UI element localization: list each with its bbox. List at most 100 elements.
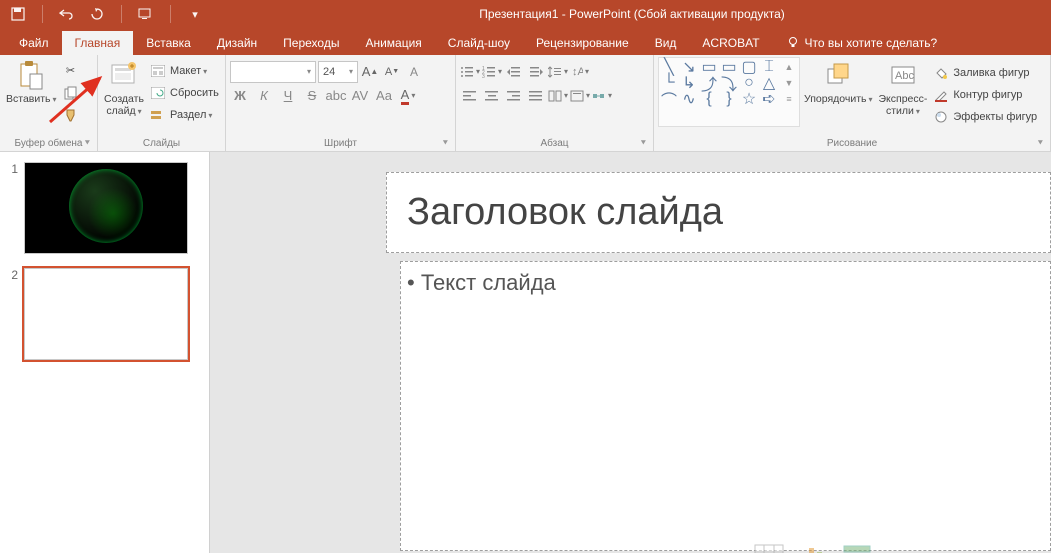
font-color-button[interactable]: A: [398, 86, 418, 106]
tell-me-search[interactable]: Что вы хотите сделать?: [773, 31, 951, 55]
paste-button[interactable]: Вставить: [4, 57, 59, 125]
customize-qat-icon[interactable]: ▾: [187, 6, 203, 22]
insert-smartart-icon[interactable]: [839, 542, 875, 553]
text-direction-button[interactable]: ↕A: [570, 62, 590, 82]
increase-indent-button[interactable]: [526, 62, 546, 82]
tab-insert[interactable]: Вставка: [133, 31, 204, 55]
shape-row-down-icon[interactable]: ▼: [781, 76, 797, 90]
shape-fill-button[interactable]: Заливка фигур: [931, 62, 1039, 83]
strikethrough-button[interactable]: S: [302, 86, 322, 106]
shape-triangle-icon[interactable]: △: [761, 76, 777, 90]
tab-review[interactable]: Рецензирование: [523, 31, 642, 55]
svg-text:3: 3: [482, 74, 485, 78]
shape-curve-icon[interactable]: ⌒: [661, 92, 677, 106]
align-left-button[interactable]: [460, 86, 480, 106]
tab-view[interactable]: Вид: [642, 31, 690, 55]
redo-icon[interactable]: [89, 6, 105, 22]
shape-line-icon[interactable]: ╲: [661, 60, 677, 74]
section-button[interactable]: Раздел: [148, 104, 221, 125]
arrange-button[interactable]: Упорядочить: [802, 57, 875, 127]
columns-button[interactable]: [548, 86, 568, 106]
font-group-label: Шрифт⯆: [230, 136, 451, 151]
scissors-icon: ✂: [63, 63, 79, 79]
char-spacing-button[interactable]: AV: [350, 86, 370, 106]
drawing-launcher-icon[interactable]: ⯆: [1037, 138, 1044, 149]
shape-more-icon[interactable]: ≡: [781, 92, 797, 106]
globe-image-icon: [69, 169, 143, 243]
clear-formatting-icon[interactable]: A: [404, 62, 424, 82]
paragraph-group-label: Абзац⯆: [460, 136, 649, 151]
title-placeholder[interactable]: Заголовок слайда: [386, 172, 1051, 253]
bold-button[interactable]: Ж: [230, 86, 250, 106]
smartart-button[interactable]: [592, 86, 612, 106]
undo-icon[interactable]: [59, 6, 75, 22]
line-spacing-button[interactable]: [548, 62, 568, 82]
drawing-group-label: Рисование⯆: [658, 136, 1046, 151]
tab-design[interactable]: Дизайн: [204, 31, 270, 55]
shape-arrow-icon[interactable]: ↘: [681, 60, 697, 74]
tab-animation[interactable]: Анимация: [352, 31, 434, 55]
shape-arrow2-icon[interactable]: ➪: [761, 92, 777, 106]
shape-elbow-arrow-icon[interactable]: ↳: [681, 76, 697, 90]
decrease-indent-button[interactable]: [504, 62, 524, 82]
insert-table-icon[interactable]: [751, 542, 787, 553]
quick-styles-label: Экспресс- стили: [879, 93, 928, 118]
font-launcher-icon[interactable]: ⯆: [442, 138, 449, 149]
shape-outline-button[interactable]: Контур фигур: [931, 84, 1039, 105]
tab-transitions[interactable]: Переходы: [270, 31, 352, 55]
thumbnail-slide-1[interactable]: 1: [8, 162, 201, 254]
shadow-button[interactable]: abc: [326, 86, 346, 106]
brush-icon: [63, 107, 79, 123]
shape-roundrect-icon[interactable]: ▢: [741, 60, 757, 74]
shape-textbox-icon[interactable]: ⌶: [761, 60, 777, 74]
new-slide-button[interactable]: Создать слайд: [102, 57, 146, 125]
tab-acrobat[interactable]: ACROBAT: [689, 31, 772, 55]
quick-styles-button[interactable]: Abc Экспресс- стили: [877, 57, 930, 127]
thumbnail-slide-2[interactable]: 2: [8, 268, 201, 360]
shapes-gallery[interactable]: ╲ ↘ ▭ ▭ ▢ ⌶ ▲ └ ↳ ⤴ ⤵ ○ △ ▼: [658, 57, 800, 127]
section-icon: [150, 107, 166, 123]
bullets-button[interactable]: [460, 62, 480, 82]
shape-oval-icon[interactable]: ○: [741, 76, 757, 90]
tab-home[interactable]: Главная: [62, 31, 134, 55]
slide-thumbnails-panel: 1 2: [0, 152, 210, 553]
clipboard-launcher-icon[interactable]: ⯆: [84, 138, 91, 149]
reset-button[interactable]: Сбросить: [148, 82, 221, 103]
justify-button[interactable]: [526, 86, 546, 106]
font-family-combo[interactable]: ▾: [230, 61, 316, 83]
shape-star-icon[interactable]: ☆: [741, 92, 757, 106]
thumbnail-number: 2: [8, 268, 18, 360]
align-center-button[interactable]: [482, 86, 502, 106]
bucket-icon: [933, 65, 949, 81]
shape-effects-button[interactable]: Эффекты фигур: [931, 106, 1039, 127]
change-case-button[interactable]: Aa: [374, 86, 394, 106]
shape-freeform-icon[interactable]: ∿: [681, 92, 697, 106]
layout-button[interactable]: Макет: [148, 60, 221, 81]
increase-font-icon[interactable]: A▲: [360, 62, 380, 82]
align-text-button[interactable]: [570, 86, 590, 106]
content-placeholder[interactable]: • Текст слайда: [400, 261, 1051, 551]
reset-icon: [150, 85, 166, 101]
slide-editor[interactable]: Заголовок слайда • Текст слайда: [210, 152, 1051, 553]
align-right-button[interactable]: [504, 86, 524, 106]
shape-brace-l-icon[interactable]: {: [701, 92, 717, 106]
decrease-font-icon[interactable]: A▼: [382, 62, 402, 82]
numbering-button[interactable]: 123: [482, 62, 502, 82]
copy-button[interactable]: [61, 82, 81, 103]
start-from-beginning-icon[interactable]: [138, 6, 154, 22]
tab-file[interactable]: Файл: [6, 31, 62, 55]
shape-brace-r-icon[interactable]: }: [721, 92, 737, 106]
tab-slideshow[interactable]: Слайд-шоу: [435, 31, 523, 55]
font-size-combo[interactable]: 24▾: [318, 61, 358, 83]
format-painter-button[interactable]: [61, 104, 81, 125]
shape-row-up-icon[interactable]: ▲: [781, 60, 797, 74]
insert-chart-icon[interactable]: [795, 542, 831, 553]
shape-connector-icon[interactable]: ⤴: [701, 76, 717, 90]
paragraph-launcher-icon[interactable]: ⯆: [640, 138, 647, 149]
italic-button[interactable]: К: [254, 86, 274, 106]
shape-connector2-icon[interactable]: ⤵: [721, 76, 737, 90]
save-icon[interactable]: [10, 6, 26, 22]
cut-button[interactable]: ✂: [61, 60, 81, 81]
underline-button[interactable]: Ч: [278, 86, 298, 106]
clipboard-group-label: Буфер обмена⯆: [4, 136, 93, 151]
